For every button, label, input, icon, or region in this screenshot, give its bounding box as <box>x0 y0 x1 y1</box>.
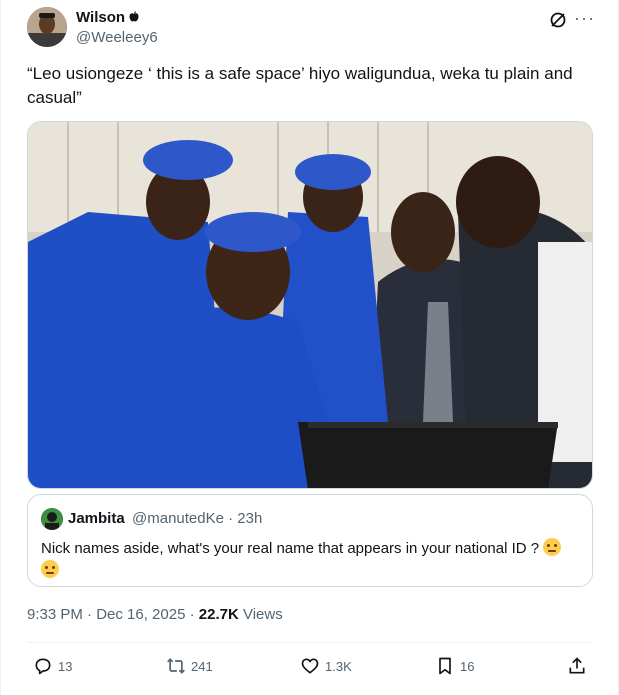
share-icon <box>569 657 585 674</box>
bookmark-icon <box>439 657 451 675</box>
reply-button[interactable]: 13 <box>33 655 72 677</box>
quoted-name[interactable]: Jambita <box>68 510 125 527</box>
tweet-card: Wilson @Weeleey6 ··· “Leo usiongeze ‘ th… <box>0 0 619 695</box>
author-name-text[interactable]: Wilson <box>76 9 125 26</box>
more-icon[interactable]: ··· <box>574 8 595 29</box>
quoted-text-body: Nick names aside, what's your real name … <box>41 540 540 557</box>
thinking-face-emoji <box>41 560 59 578</box>
thinking-face-emoji <box>543 538 562 556</box>
reply-count: 13 <box>58 658 73 674</box>
like-count: 1.3K <box>325 658 352 674</box>
like-icon <box>301 658 319 674</box>
divider <box>27 642 593 643</box>
author-avatar[interactable] <box>27 7 67 47</box>
tweet-timestamp[interactable]: 9:33 PM · Dec 16, 2025 · <box>27 606 199 623</box>
views-label: Views <box>238 606 283 623</box>
like-button[interactable]: 1.3K <box>300 655 352 677</box>
reply-icon <box>35 658 51 675</box>
quoted-avatar[interactable] <box>41 508 63 530</box>
repost-count: 241 <box>191 658 213 674</box>
tweet-text: “Leo usiongeze ‘ this is a safe space’ h… <box>27 64 573 107</box>
bookmark-count: 16 <box>460 658 475 674</box>
tweet-image[interactable] <box>27 121 593 489</box>
officers-photo[interactable] <box>28 122 593 489</box>
views-count: 22.7K <box>198 606 239 623</box>
author-handle[interactable]: @Weeleey6 <box>76 29 158 46</box>
repost-icon <box>167 658 185 674</box>
share-button[interactable] <box>567 655 587 677</box>
quoted-handle-time[interactable]: @manutedKe · 23h <box>132 510 262 527</box>
quoted-tweet[interactable]: Jambita @manutedKe · 23h Nick names asid… <box>27 494 593 587</box>
quoted-text: Nick names aside, what's your real name … <box>41 538 581 582</box>
repost-button[interactable]: 241 <box>166 655 213 677</box>
tweet-meta: 9:33 PM · Dec 16, 2025 · 22.7K Views <box>27 606 283 623</box>
grok-icon[interactable] <box>549 11 567 29</box>
author-name[interactable]: Wilson <box>76 9 139 26</box>
bookmark-button[interactable]: 16 <box>435 655 474 677</box>
apple-icon <box>129 11 139 22</box>
